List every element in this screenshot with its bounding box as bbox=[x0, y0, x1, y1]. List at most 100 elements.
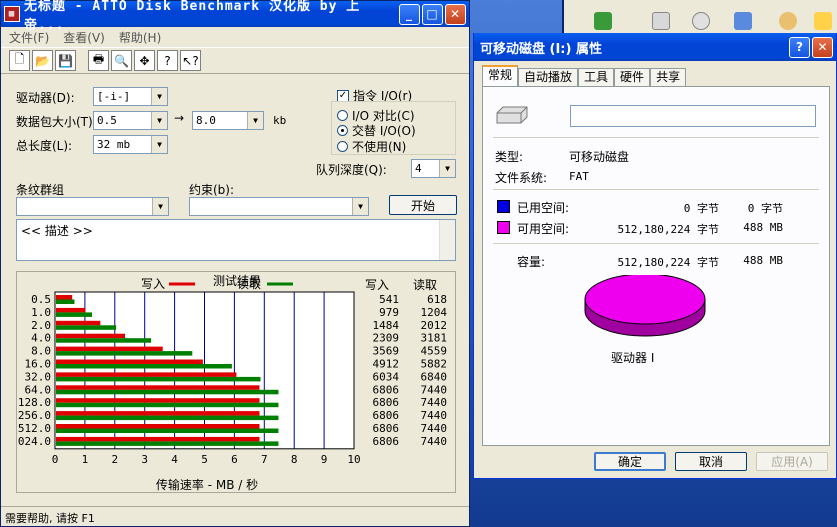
divider bbox=[493, 189, 819, 190]
stripe-select[interactable]: ▼ bbox=[16, 197, 169, 216]
free-size: 488 MB bbox=[743, 221, 783, 234]
volume-label-input[interactable] bbox=[570, 105, 816, 127]
y-tick-label: 256.0 bbox=[18, 409, 51, 422]
chevron-down-icon: ▼ bbox=[247, 112, 263, 129]
column-write-header: 写入 bbox=[365, 278, 389, 292]
radio-dot bbox=[337, 125, 348, 136]
radio-dot bbox=[337, 110, 348, 121]
drive-caption: 驱动器 I bbox=[611, 351, 655, 365]
transfer-size-label: 数据包大小(T): bbox=[16, 115, 97, 129]
x-tick-label: 8 bbox=[291, 453, 298, 466]
chevron-down-icon: ▼ bbox=[151, 112, 167, 129]
free-space-swatch bbox=[497, 221, 510, 234]
apply-button[interactable]: 应用(A) bbox=[756, 452, 828, 471]
monitor-icon[interactable] bbox=[734, 12, 752, 30]
divider bbox=[493, 137, 819, 138]
x-tick-label: 7 bbox=[261, 453, 268, 466]
ok-button[interactable]: 确定 bbox=[594, 452, 666, 471]
length-label: 总长度(L): bbox=[16, 139, 73, 153]
overlapped-radio[interactable]: 交替 I/O(O) bbox=[337, 122, 416, 139]
x-tick-label: 0 bbox=[52, 453, 59, 466]
value-read: 618 bbox=[427, 293, 447, 306]
tab-tools[interactable]: 工具 bbox=[578, 68, 615, 86]
close-button[interactable]: ✕ bbox=[445, 3, 466, 25]
new-file-icon[interactable]: 🗋 bbox=[9, 50, 30, 71]
capacity-size: 488 MB bbox=[743, 254, 783, 267]
dialog-close-button[interactable]: ✕ bbox=[812, 36, 833, 58]
value-read: 3181 bbox=[421, 332, 448, 345]
folder-icon[interactable] bbox=[814, 12, 832, 30]
tab-autoplay[interactable]: 自动播放 bbox=[518, 68, 579, 86]
print-icon[interactable]: 🖶 bbox=[88, 50, 109, 71]
y-tick-label: 64.0 bbox=[25, 383, 52, 396]
bar-write bbox=[56, 359, 203, 364]
value-write: 4912 bbox=[373, 358, 400, 371]
x-axis-label: 传输速率 - MB / 秒 bbox=[156, 477, 258, 492]
disc-icon[interactable] bbox=[692, 12, 710, 30]
tab-general[interactable]: 常规 bbox=[482, 65, 519, 86]
help-button[interactable]: ? bbox=[789, 36, 810, 58]
value-write: 6806 bbox=[373, 435, 400, 448]
queue-depth-value: 4 bbox=[415, 162, 422, 175]
chevron-down-icon: ▼ bbox=[151, 136, 167, 153]
capacity-pie-chart bbox=[584, 275, 706, 337]
atto-titlebar[interactable]: ▦ 无标题 - ATTO Disk Benchmark 汉化版 by 上帝...… bbox=[1, 0, 469, 33]
toolbar: 🗋 📂 💾 🖶 🔍 ✥ ? ↖? bbox=[1, 47, 469, 74]
x-tick-label: 6 bbox=[231, 453, 238, 466]
length-value: 32 mb bbox=[97, 138, 131, 151]
transfer-to-value: 8.0 bbox=[196, 114, 216, 127]
general-panel: 类型: 可移动磁盘 文件系统: FAT 已用空间: 0 字节 0 字节 可用空间… bbox=[482, 86, 830, 446]
value-write: 979 bbox=[379, 306, 399, 319]
speaker-icon[interactable] bbox=[652, 12, 670, 30]
removable-drive-icon bbox=[496, 106, 528, 124]
folder-sync-icon[interactable] bbox=[594, 12, 612, 30]
y-tick-label: 128.0 bbox=[18, 396, 51, 409]
transfer-to-select[interactable]: 8.0 ▼ bbox=[192, 111, 264, 130]
menu-help[interactable]: 帮助(H) bbox=[119, 29, 161, 46]
drive-select[interactable]: [-i-] ▼ bbox=[93, 87, 168, 106]
legend-read-label: 读取 bbox=[237, 277, 261, 291]
neither-radio[interactable]: 不使用(N) bbox=[337, 138, 406, 155]
menu-file[interactable]: 文件(F) bbox=[9, 29, 49, 46]
transfer-from-select[interactable]: 0.5 ▼ bbox=[93, 111, 168, 130]
length-select[interactable]: 32 mb ▼ bbox=[93, 135, 168, 154]
x-tick-label: 5 bbox=[201, 453, 208, 466]
open-folder-icon[interactable]: 📂 bbox=[32, 50, 53, 71]
value-write: 6806 bbox=[373, 422, 400, 435]
used-label: 已用空间: bbox=[517, 201, 570, 215]
bar-write bbox=[56, 320, 101, 326]
capacity-bytes: 512,180,224 字节 bbox=[617, 256, 719, 269]
context-help-icon[interactable]: ↖? bbox=[180, 50, 201, 71]
cancel-button[interactable]: 取消 bbox=[675, 452, 747, 471]
maximize-button[interactable]: □ bbox=[422, 3, 443, 25]
description-scrollbar[interactable] bbox=[439, 220, 455, 260]
chevron-down-icon: ▼ bbox=[439, 160, 455, 177]
bar-write bbox=[56, 424, 260, 429]
start-button[interactable]: 开始 bbox=[389, 195, 457, 215]
user-icon[interactable] bbox=[779, 12, 797, 30]
minimize-button[interactable]: _ bbox=[399, 3, 420, 25]
bar-read bbox=[56, 428, 279, 433]
bar-write bbox=[56, 398, 260, 403]
pie-free-slice bbox=[584, 275, 706, 325]
x-tick-label: 10 bbox=[347, 453, 360, 466]
value-write: 2309 bbox=[373, 332, 400, 345]
value-read: 7440 bbox=[421, 435, 448, 448]
drive-label: 驱动器(D): bbox=[16, 91, 75, 105]
chevron-down-icon: ▼ bbox=[152, 198, 168, 215]
tab-hardware[interactable]: 硬件 bbox=[614, 68, 651, 86]
dialog-titlebar[interactable]: 可移动磁盘 (I:) 属性 ? ✕ bbox=[474, 33, 836, 61]
bar-read bbox=[56, 338, 152, 343]
queue-depth-select[interactable]: 4 ▼ bbox=[411, 159, 456, 178]
menu-view[interactable]: 查看(V) bbox=[63, 29, 105, 46]
help-icon[interactable]: ? bbox=[157, 50, 178, 71]
tab-sharing[interactable]: 共享 bbox=[650, 68, 687, 86]
y-tick-label: 1.0 bbox=[31, 306, 51, 319]
move-icon[interactable]: ✥ bbox=[134, 50, 155, 71]
value-write: 6806 bbox=[373, 396, 400, 409]
value-read: 7440 bbox=[421, 396, 448, 409]
description-textarea[interactable]: << 描述 >> bbox=[16, 219, 456, 261]
save-icon[interactable]: 💾 bbox=[55, 50, 76, 71]
restrict-select[interactable]: ▼ bbox=[189, 197, 369, 216]
print-preview-icon[interactable]: 🔍 bbox=[111, 50, 132, 71]
